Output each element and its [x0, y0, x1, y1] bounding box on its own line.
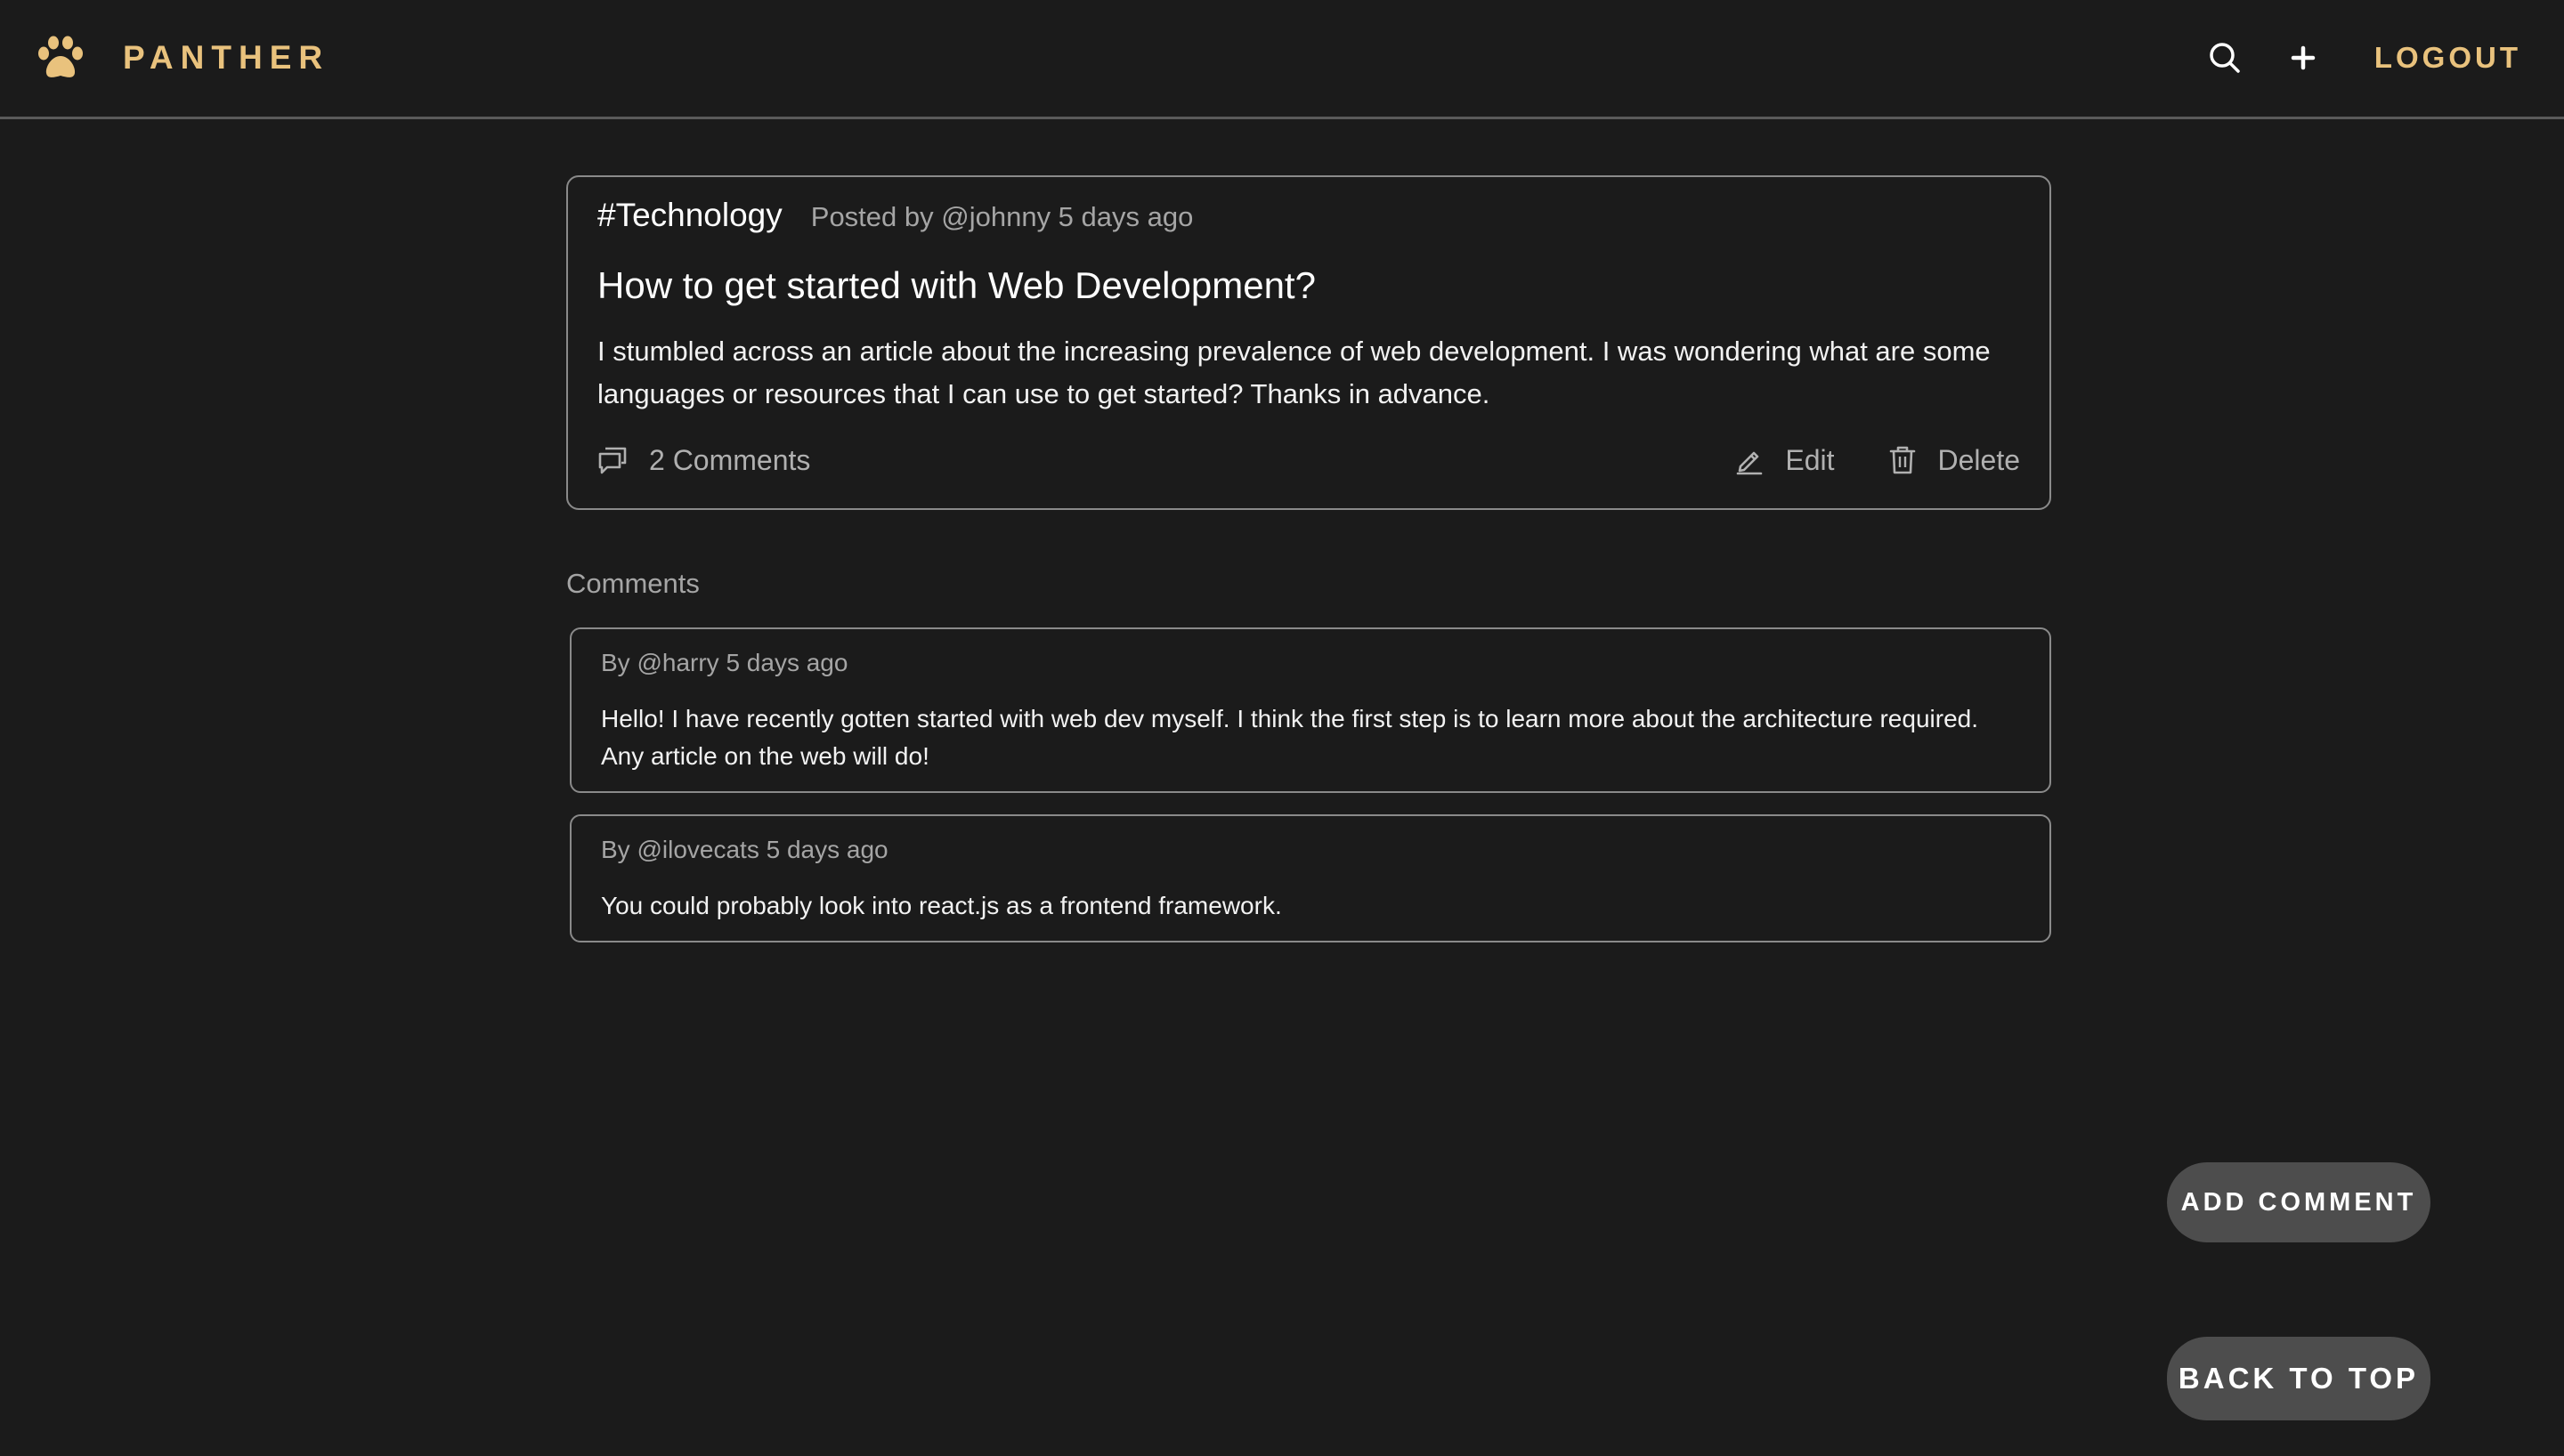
comment-text: Hello! I have recently gotten started wi…: [601, 705, 1978, 770]
plus-icon[interactable]: [2284, 38, 2323, 77]
edit-icon: [1737, 451, 1763, 475]
comment-card: By @ilovecats 5 days ago You could proba…: [570, 814, 2051, 942]
add-comment-button[interactable]: ADD COMMENT: [2167, 1162, 2430, 1242]
trash-icon: [1889, 446, 1915, 474]
paw-icon: [38, 36, 83, 77]
comment-card: By @harry 5 days ago Hello! I have recen…: [570, 627, 2051, 793]
comment-author-meta: By @harry 5 days ago: [601, 649, 848, 676]
post-actions: 2 Comments Edit Delete: [597, 439, 2020, 481]
edit-button[interactable]: Edit: [1735, 443, 1835, 477]
edit-label: Edit: [1785, 443, 1835, 476]
comment-author-meta: By @ilovecats 5 days ago: [601, 836, 888, 863]
nav-actions: LOGOUT: [2205, 30, 2521, 85]
post-card: #Technology Posted by @johnny 5 days ago…: [566, 175, 2051, 510]
post-title: How to get started with Web Development?: [597, 264, 1316, 306]
comments-count-link[interactable]: 2 Comments: [597, 444, 810, 477]
post-meta: #Technology Posted by @johnny 5 days ago: [597, 197, 1193, 234]
delete-button[interactable]: Delete: [1888, 443, 2021, 477]
back-to-top-button[interactable]: BACK TO TOP: [2167, 1337, 2430, 1420]
comments-count-label: 2 Comments: [649, 443, 811, 476]
brand-name: PANTHER: [123, 39, 330, 76]
search-icon[interactable]: [2205, 38, 2244, 77]
delete-label: Delete: [1937, 443, 2021, 476]
logout-link[interactable]: LOGOUT: [2374, 41, 2521, 75]
comment-icon: [598, 447, 627, 474]
top-navbar: PANTHER LOGOUT: [0, 0, 2564, 119]
comment-text: You could probably look into react.js as…: [601, 892, 1282, 919]
post-author-meta: Posted by @johnny 5 days ago: [810, 201, 1194, 232]
post-tag[interactable]: #Technology: [597, 197, 783, 234]
comments-heading: Comments: [566, 568, 700, 599]
brand-logo[interactable]: PANTHER: [36, 32, 329, 84]
post-body: I stumbled across an article about the i…: [597, 336, 1991, 409]
